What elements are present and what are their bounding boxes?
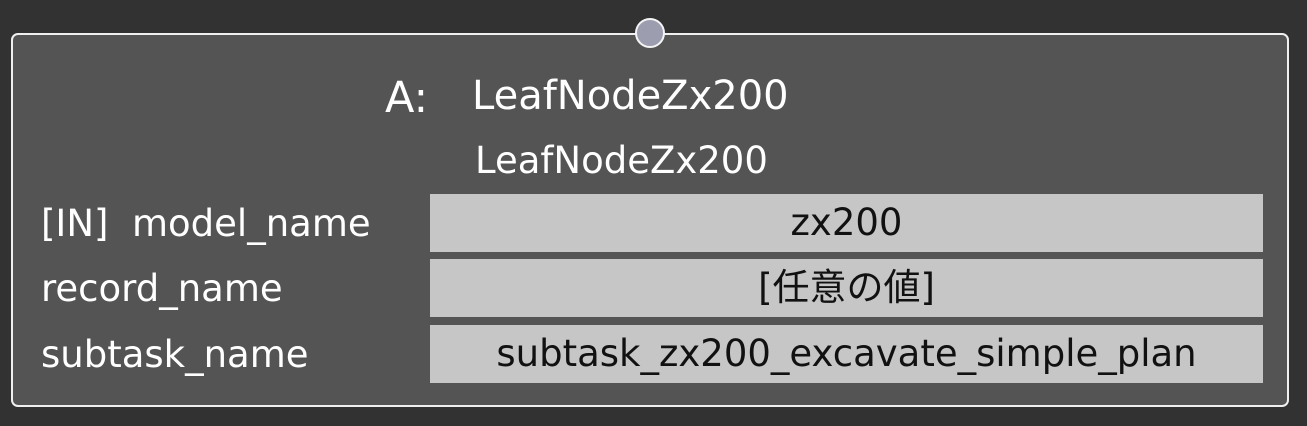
port-value-field[interactable]: [任意の値] bbox=[430, 259, 1263, 317]
port-value-field[interactable]: zx200 bbox=[430, 194, 1263, 252]
behavior-tree-node[interactable]: A: LeafNodeZx200 LeafNodeZx200 [IN] mode… bbox=[11, 33, 1289, 407]
port-label: [IN] model_name bbox=[41, 202, 371, 245]
node-input-port[interactable] bbox=[635, 18, 665, 48]
port-value-field[interactable]: subtask_zx200_excavate_simple_plan bbox=[430, 325, 1263, 383]
node-type-prefix: A: bbox=[385, 73, 429, 123]
port-row-subtask-name: subtask_name subtask_zx200_excavate_simp… bbox=[13, 325, 1287, 385]
node-type-name: LeafNodeZx200 bbox=[472, 73, 789, 119]
port-label: subtask_name bbox=[41, 333, 309, 376]
port-row-model-name: [IN] model_name zx200 bbox=[13, 194, 1287, 254]
port-label: record_name bbox=[41, 267, 283, 310]
port-row-record-name: record_name [任意の値] bbox=[13, 259, 1287, 319]
node-title: A: LeafNodeZx200 bbox=[13, 69, 1287, 123]
node-instance-name: LeafNodeZx200 bbox=[475, 139, 768, 182]
